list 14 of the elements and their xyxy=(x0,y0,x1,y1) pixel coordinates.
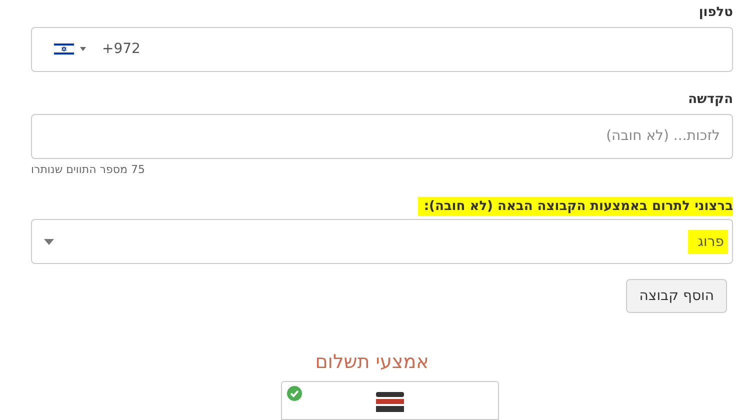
check-icon xyxy=(287,386,302,401)
remaining-characters: 75 מספר התווים שנותרו xyxy=(31,162,145,176)
payment-method-card[interactable] xyxy=(281,380,499,420)
group-select[interactable]: פרוג xyxy=(31,219,733,264)
dedication-field[interactable]: לזכות... (לא חובה) xyxy=(31,114,733,159)
caret-icon xyxy=(44,238,54,245)
payment-heading: אמצעי תשלום xyxy=(315,350,429,373)
dedication-label: הקדשה xyxy=(687,90,733,109)
group-label: ברצוני לתרום באמצעות הקבוצה הבאה (לא חובה): xyxy=(418,197,733,216)
phone-label: טלפון xyxy=(698,4,733,22)
phone-field[interactable]: +972 xyxy=(31,26,733,72)
country-code: +972 xyxy=(102,41,140,58)
add-group-button[interactable]: הוסף קבוצה xyxy=(626,279,727,313)
selected-value: פרוג xyxy=(688,230,728,254)
